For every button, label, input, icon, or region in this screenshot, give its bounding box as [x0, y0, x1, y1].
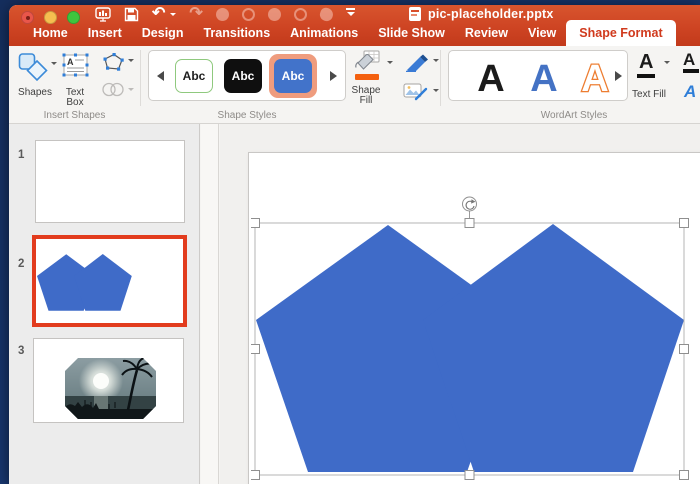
text-box-button[interactable]: Text Box [56, 88, 94, 108]
shapes-icon[interactable] [18, 50, 48, 81]
merge-shapes-icon [102, 82, 124, 97]
text-box-icon[interactable]: A [62, 52, 89, 79]
wordart-style-blue[interactable]: A [530, 58, 557, 99]
shape-effects-icon[interactable] [403, 83, 429, 101]
shape-outline-pencil-icon[interactable] [405, 54, 429, 72]
window-title: pic-placeholder.pptx [428, 7, 554, 21]
group-divider [140, 50, 141, 106]
resize-handle-bottom-middle[interactable] [464, 470, 475, 480]
text-effects-icon[interactable]: A [684, 82, 696, 102]
text-fill-color-bar [637, 74, 655, 78]
shape-style-swatch-2[interactable]: Abc [224, 59, 262, 93]
disabled-toolbar-icon [215, 7, 229, 21]
tab-view[interactable]: View [518, 21, 566, 46]
paint-bucket-icon[interactable] [354, 50, 381, 73]
slide-thumbnail-2-selected[interactable] [32, 235, 187, 327]
tab-slide-show[interactable]: Slide Show [368, 21, 455, 46]
shape-fill-dropdown-arrow[interactable] [387, 61, 393, 67]
tab-design[interactable]: Design [132, 21, 194, 46]
resize-handle-middle-right[interactable] [679, 344, 689, 354]
thumb-pentagon-right [73, 254, 132, 311]
tab-review[interactable]: Review [455, 21, 518, 46]
resize-handle-top-left[interactable] [251, 218, 260, 228]
clipped-ribbon-buttons: A A [683, 50, 700, 106]
gallery-next-arrow[interactable] [615, 71, 622, 81]
panel-splitter[interactable] [201, 124, 219, 484]
wordart-styles-group-label: WordArt Styles [540, 110, 608, 121]
tab-shape-format[interactable]: Shape Format [566, 20, 676, 46]
shape-outline-dropdown-arrow[interactable] [433, 59, 439, 65]
pptx-file-icon [409, 7, 421, 21]
gallery-prev-arrow[interactable] [157, 71, 164, 81]
shape-effects-dropdown-arrow[interactable] [433, 89, 439, 95]
wordart-style-orange-outline[interactable]: A [580, 57, 610, 99]
shape-styles-group-label: Shape Styles [217, 110, 277, 121]
slide-number-3: 3 [18, 345, 25, 357]
powerpoint-window: ↶ ↷ pic-placeholder.pptx Home Insert Des… [9, 5, 700, 484]
shape-style-swatch-1[interactable]: Abc [175, 59, 213, 93]
slide-canvas [220, 124, 700, 484]
slide-number-1: 1 [18, 149, 25, 161]
disabled-toolbar-icon [293, 7, 307, 21]
wordart-style-black[interactable]: A [477, 58, 504, 99]
slide-thumbnail-panel: 1 2 3 [9, 124, 200, 484]
text-outline-icon[interactable]: A [683, 50, 695, 70]
resize-handle-top-middle[interactable] [464, 218, 475, 228]
text-fill-dropdown-arrow[interactable] [664, 61, 670, 67]
resize-handle-bottom-right[interactable] [679, 470, 689, 480]
text-outline-color-bar [683, 69, 699, 73]
resize-handle-top-right[interactable] [679, 218, 689, 228]
text-fill-icon[interactable]: A [639, 52, 653, 72]
ribbon-tab-bar: Home Insert Design Transitions Animation… [23, 20, 676, 46]
slide-thumbnail-1[interactable] [35, 140, 185, 223]
wordart-gallery: A A A [448, 50, 628, 101]
tab-transitions[interactable]: Transitions [193, 21, 280, 46]
shape-fill-button[interactable]: Shape Fill [343, 86, 389, 106]
resize-handle-bottom-left[interactable] [251, 470, 260, 480]
toolbar-overflow-button[interactable] [346, 8, 356, 20]
disabled-toolbar-icon [241, 7, 255, 21]
text-box-label-line2: Box [66, 97, 84, 108]
tab-insert[interactable]: Insert [78, 21, 132, 46]
resize-handle-middle-left[interactable] [251, 344, 260, 354]
desktop-background: { "titlebar": { "title": "pic-placeholde… [0, 0, 700, 484]
shape-fill-color-bar [355, 74, 379, 80]
insert-shapes-group-label: Insert Shapes [43, 110, 106, 121]
gallery-next-arrow[interactable] [330, 71, 337, 81]
tab-animations[interactable]: Animations [280, 21, 368, 46]
shape-fill-label-line2: Fill [359, 95, 373, 106]
disabled-toolbar-icon [267, 7, 281, 21]
shape-style-swatch-3-selected[interactable]: Abc [274, 59, 312, 93]
text-fill-button[interactable]: Text Fill [621, 90, 677, 100]
thumbnail-pentagon-shapes [37, 254, 132, 311]
title-bar: ↶ ↷ pic-placeholder.pptx Home Insert Des… [9, 5, 700, 46]
edit-shape-dropdown-arrow[interactable] [128, 59, 134, 65]
shapes-button[interactable]: Shapes [9, 88, 61, 98]
pentagon-shape-right[interactable] [423, 224, 684, 472]
undo-dropdown-arrow[interactable] [170, 13, 177, 19]
edit-points-icon[interactable] [101, 52, 125, 72]
merge-shapes-dropdown-arrow [128, 88, 134, 94]
selected-shape-group [251, 196, 689, 480]
slide-thumbnail-3[interactable] [33, 338, 184, 423]
text-box-icon-letter: A [67, 57, 74, 67]
beach-photo [65, 358, 156, 419]
shape-style-gallery: Abc Abc Abc [148, 50, 346, 101]
slide-number-2: 2 [18, 258, 25, 270]
shape-style-swatch-selection-ring: Abc [269, 54, 317, 98]
group-divider [440, 50, 441, 106]
shapes-dropdown-arrow[interactable] [51, 62, 57, 68]
main-area: 1 2 3 [9, 124, 700, 484]
tab-home[interactable]: Home [23, 21, 78, 46]
ribbon: Shapes A Text Box Insert Shapes Abc Abc … [9, 46, 700, 124]
